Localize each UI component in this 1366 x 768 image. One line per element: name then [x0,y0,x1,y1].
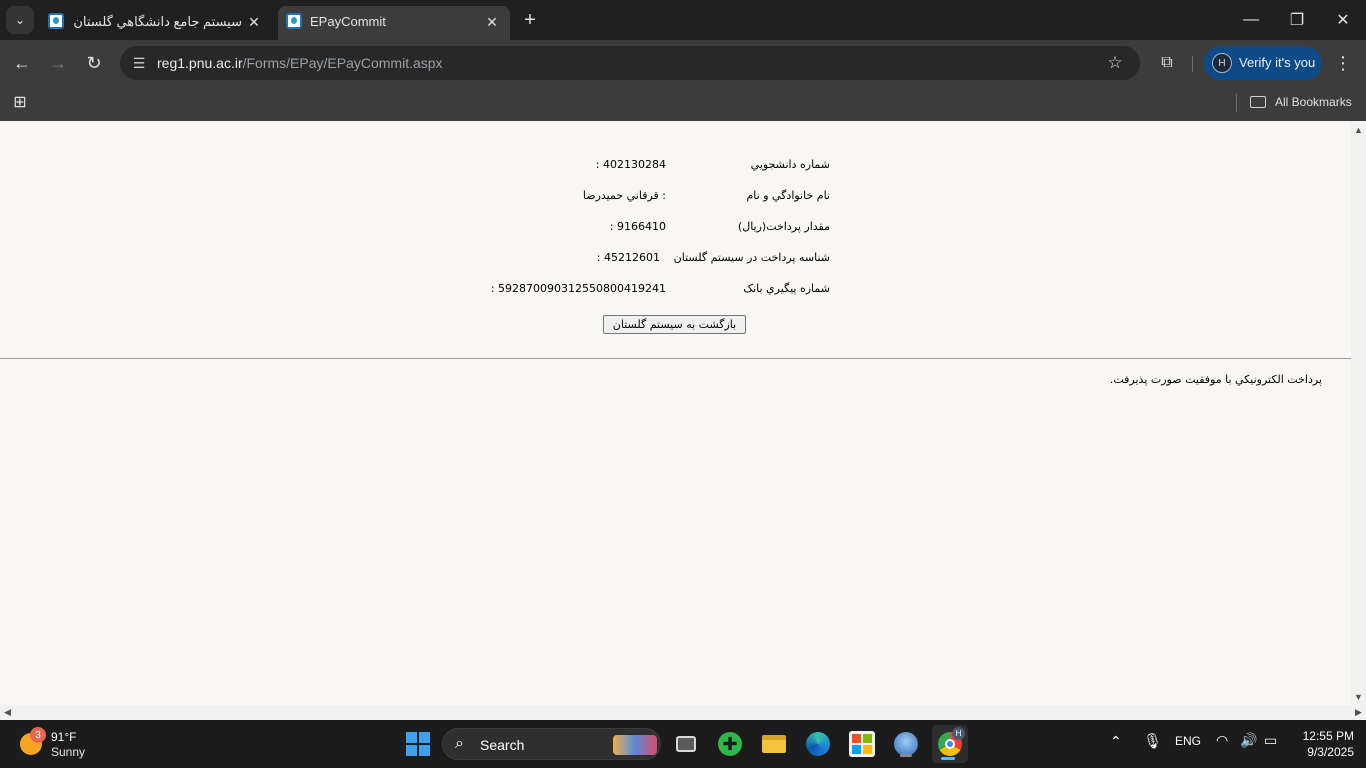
app-circle-icon[interactable] [890,728,922,760]
toolbar: ← → ↻ ☰ reg1.pnu.ac.ir/Forms/EPay/EPayCo… [0,40,1366,86]
clock-date: 9/3/2025 [1307,745,1354,759]
app-plus-icon[interactable]: ✚ [714,728,746,760]
wifi-icon[interactable]: ◠ [1216,732,1228,749]
bank-tracking-value: 592870090312550800419241 : [490,282,666,295]
scroll-down-icon[interactable]: ▼ [1353,691,1364,702]
language-indicator[interactable]: ENG [1175,734,1201,748]
task-view-icon[interactable] [670,728,702,760]
page-content: شماره دانشجويي 402130284 : نام خانوادگي … [0,121,1351,705]
url-text[interactable]: reg1.pnu.ac.ir/Forms/EPay/EPayCommit.asp… [157,55,443,71]
close-tab-icon[interactable]: ✕ [244,12,264,32]
payment-id-label: شناسه پرداخت در سيستم گلستان [673,251,830,264]
start-button[interactable] [402,728,434,760]
clock[interactable]: 12:55 PM 9/3/2025 [1292,728,1354,760]
site-info-icon[interactable]: ☰ [128,52,150,74]
chrome-taskbar-icon[interactable]: H [932,725,968,763]
restore-button[interactable]: ❐ [1274,0,1320,40]
tab-title: سيستم جامع دانشگاهي گلستان - [72,14,242,29]
back-button[interactable]: ← [8,49,36,77]
toolbar-divider [1192,56,1193,72]
store-icon[interactable] [846,728,878,760]
divider [0,358,1351,359]
active-indicator [941,757,955,760]
battery-icon[interactable]: ▭ [1264,732,1277,749]
full-name-label: نام خانوادگي و نام [746,189,830,202]
bank-tracking-label: شماره پيگيري بانک [743,282,830,295]
reload-button[interactable]: ↻ [80,49,108,77]
show-hidden-icons-icon[interactable]: ⌃ [1110,733,1122,750]
bank-tracking-row: شماره پيگيري بانک 5928700903125508004192… [491,282,830,298]
vertical-scrollbar[interactable]: ▲ ▼ [1351,121,1366,705]
extensions-icon[interactable]: ⧉ [1154,49,1180,77]
weather-condition: Sunny [51,745,86,759]
success-message: پرداخت الکترونيکي با موفقيت صورت پذيرفت. [1109,373,1322,386]
apps-grid-icon[interactable]: ⊞ [10,92,30,112]
url-path: /Forms/EPay/EPayCommit.aspx [242,55,443,71]
golestan-favicon-icon [48,13,64,29]
tab-search-button[interactable]: ⌄ [6,6,34,34]
return-to-golestan-button[interactable]: بازگشت به سيستم گلستان [603,315,746,334]
scroll-up-icon[interactable]: ▲ [1353,124,1364,135]
tab-strip: ⌄ سيستم جامع دانشگاهي گلستان - ✕ EPayCom… [0,0,1366,40]
windows-logo-icon [406,732,430,756]
file-explorer-icon[interactable] [758,728,790,760]
weather-temp: 91°F [51,730,77,744]
browser-menu-icon[interactable]: ⋮ [1330,49,1356,77]
browser-chrome: ⌄ سيستم جامع دانشگاهي گلستان - ✕ EPayCom… [0,0,1366,121]
minimize-button[interactable]: — [1228,0,1274,40]
tab-golestan[interactable]: سيستم جامع دانشگاهي گلستان - ✕ [40,6,272,40]
address-bar[interactable]: ☰ reg1.pnu.ac.ir/Forms/EPay/EPayCommit.a… [120,46,1140,80]
folder-icon [1250,96,1266,108]
horizontal-scrollbar[interactable]: ◀ ▶ [0,705,1366,720]
search-icon: ⌕ [455,735,464,752]
full-name-row: نام خانوادگي و نام : قرقاني حميدرضا [500,189,830,205]
all-bookmarks-label: All Bookmarks [1275,95,1352,109]
verify-profile-button[interactable]: H Verify it's you [1204,46,1322,80]
weather-widget[interactable]: 3 91°F Sunny [18,727,108,761]
taskbar: 3 91°F Sunny ⌕ Search ✚ H ⌃ 🎙 ENG ◠ 🔊 ▭ … [0,720,1366,768]
url-host: reg1.pnu.ac.ir [157,55,243,71]
payment-amount-row: مقدار پرداخت(ريال) 9166410 : [500,220,830,236]
student-number-label: شماره دانشجويي [750,158,830,171]
new-tab-button[interactable]: + [518,8,542,32]
close-tab-icon[interactable]: ✕ [482,12,502,32]
running-indicator [900,754,912,757]
search-placeholder: Search [480,737,525,753]
search-highlight-icon [613,735,657,755]
payment-amount-label: مقدار پرداخت(ريال) [737,220,830,233]
microphone-icon[interactable]: 🎙 [1143,732,1162,750]
scroll-right-icon[interactable]: ▶ [1353,707,1364,718]
close-window-button[interactable]: ✕ [1320,0,1366,40]
bookmarks-bar: ⊞ All Bookmarks [0,86,1366,121]
tab-epaycommit[interactable]: EPayCommit ✕ [278,6,510,40]
tab-title: EPayCommit [310,14,386,29]
verify-label: Verify it's you [1239,55,1316,70]
all-bookmarks-button[interactable]: All Bookmarks [1250,90,1352,114]
golestan-favicon-icon [286,13,302,29]
edge-icon[interactable] [802,728,834,760]
taskbar-search[interactable]: ⌕ Search [442,728,661,760]
weather-badge: 3 [30,727,46,743]
bookmarks-divider [1236,94,1237,112]
payment-id-value: 45212601 : [596,251,660,264]
student-number-value: 402130284 : [595,158,666,171]
payment-amount-value: 9166410 : [609,220,666,233]
clock-time: 12:55 PM [1302,729,1354,743]
profile-avatar: H [1212,53,1232,73]
payment-id-row: شناسه پرداخت در سيستم گلستان 45212601 : [500,251,830,267]
full-name-value: : قرقاني حميدرضا [582,189,666,202]
student-number-row: شماره دانشجويي 402130284 : [500,158,830,174]
bookmark-star-icon[interactable]: ☆ [1104,52,1126,74]
volume-icon[interactable]: 🔊 [1240,732,1257,749]
scroll-left-icon[interactable]: ◀ [2,707,13,718]
forward-button[interactable]: → [44,49,72,77]
chrome-profile-badge: H [952,727,965,740]
